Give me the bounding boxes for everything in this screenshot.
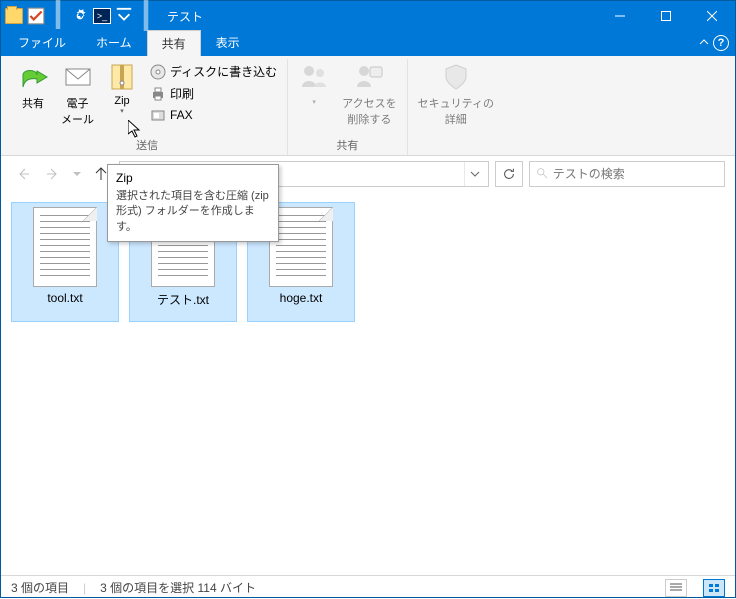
back-button[interactable] [11,162,35,186]
email-button[interactable]: 電子 メール [55,59,100,129]
address-history-dropdown[interactable] [464,162,484,186]
tooltip: Zip 選択された項目を含む圧縮 (zip 形式) フォルダーを作成します。 [107,164,279,242]
checkbox-icon[interactable] [27,7,45,25]
burn-disc-button[interactable]: ディスクに書き込む [148,61,279,82]
qat-dropdown-icon[interactable] [115,7,133,25]
printer-icon [150,86,166,102]
chevron-down-icon: ▾ [120,107,124,115]
disc-icon [150,64,166,80]
qat-separator [49,7,67,25]
share-people-button: ▾ [292,59,336,109]
search-input[interactable] [553,167,718,181]
forward-button[interactable] [41,162,65,186]
titlebar: >_ テスト [1,1,735,31]
qat-separator [137,7,155,25]
close-button[interactable] [689,1,735,31]
search-box[interactable] [529,161,725,187]
text-file-icon [33,207,97,287]
tab-share[interactable]: 共有 [147,30,201,56]
print-button[interactable]: 印刷 [148,83,279,104]
tooltip-description: 選択された項目を含む圧縮 (zip 形式) フォルダーを作成します。 [116,189,270,235]
fax-button[interactable]: FAX [148,105,279,125]
powershell-icon[interactable]: >_ [93,7,111,25]
search-icon [536,167,549,181]
ribbon: 共有 電子 メール Zip ▾ ディスクに書き込む 印刷 [1,56,735,156]
minimize-button[interactable] [597,1,643,31]
status-item-count: 3 個の項目 [11,579,69,596]
ribbon-group-security: セキュリティの 詳細 [408,59,504,155]
status-selection: 3 個の項目を選択 114 バイト [100,579,256,596]
tab-home[interactable]: ホーム [81,29,147,56]
file-item[interactable]: tool.txt [11,202,119,322]
icons-view-button[interactable] [703,579,725,597]
tooltip-title: Zip [116,171,270,185]
details-view-button[interactable] [665,579,687,597]
ribbon-tabs: ファイル ホーム 共有 表示 ? [1,31,735,56]
ribbon-group-share: ▾ アクセスを 削除する 共有 [288,59,407,155]
zip-button[interactable]: Zip ▾ [100,59,144,117]
remove-access-button: アクセスを 削除する [336,59,402,129]
statusbar: 3 個の項目 | 3 個の項目を選択 114 バイト [1,575,735,599]
maximize-button[interactable] [643,1,689,31]
tab-file[interactable]: ファイル [3,29,81,56]
security-details-button: セキュリティの 詳細 [412,59,500,129]
refresh-button[interactable] [495,161,523,187]
fax-icon [150,107,166,123]
collapse-ribbon-icon[interactable] [699,36,709,50]
gear-icon[interactable] [71,7,89,25]
recent-dropdown[interactable] [71,162,83,186]
ribbon-group-send: 共有 電子 メール Zip ▾ ディスクに書き込む 印刷 [7,59,288,155]
file-list[interactable]: tool.txt テスト.txt hoge.txt [1,192,735,575]
help-button[interactable]: ? [713,35,729,51]
folder-icon [5,7,23,25]
tab-view[interactable]: 表示 [201,29,255,56]
share-button[interactable]: 共有 [11,59,55,113]
window-title: テスト [167,8,203,25]
